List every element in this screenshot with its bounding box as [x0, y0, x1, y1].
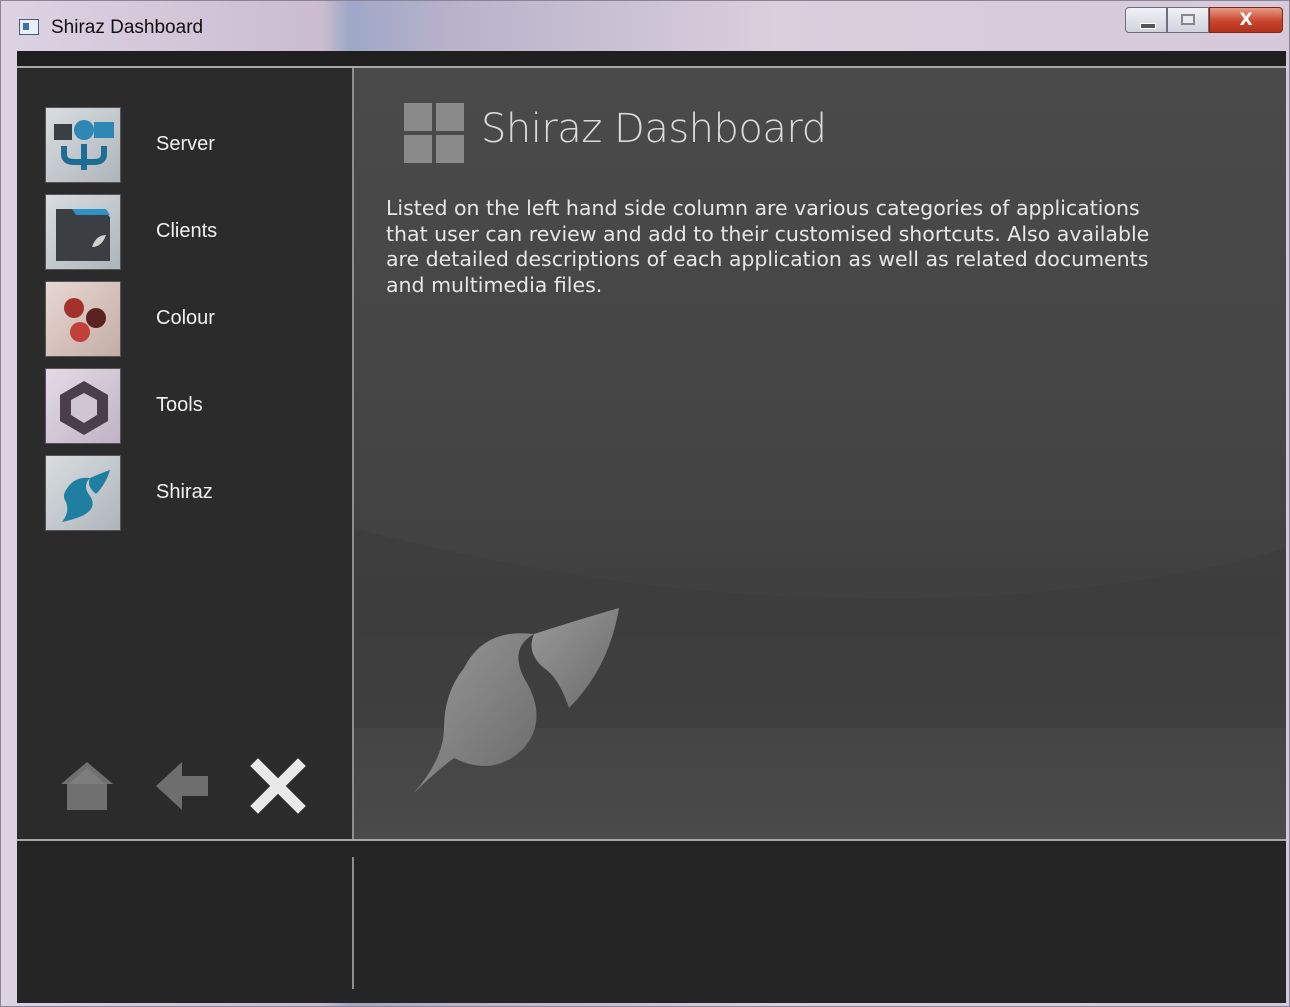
- page-title: Shiraz Dashboard: [481, 106, 827, 152]
- server-icon: [45, 107, 121, 183]
- home-icon: [61, 762, 113, 810]
- sidebar-item-label: Shiraz: [156, 481, 213, 503]
- sidebar-item-colour[interactable]: Colour: [45, 281, 335, 357]
- shiraz-icon: [45, 455, 121, 531]
- window-controls: X: [1125, 7, 1283, 35]
- content-panel: Shiraz Dashboard Listed on the left hand…: [354, 68, 1286, 839]
- close-icon: [250, 758, 306, 814]
- windows-logo-icon: [404, 103, 464, 163]
- close-window-icon: X: [1239, 10, 1253, 30]
- back-arrow-icon: [156, 762, 208, 810]
- sidebar-item-clients[interactable]: Clients: [45, 194, 335, 270]
- maximize-button[interactable]: [1167, 7, 1209, 33]
- maximize-icon: [1181, 14, 1195, 25]
- colour-icon: [45, 281, 121, 357]
- back-button[interactable]: [154, 758, 210, 814]
- minimize-icon: [1140, 23, 1156, 29]
- window-title: Shiraz Dashboard: [51, 17, 204, 38]
- title-bar[interactable]: Shiraz Dashboard X: [1, 1, 1289, 51]
- description-text: Listed on the left hand side column are …: [386, 196, 1150, 297]
- sidebar-item-label: Clients: [156, 220, 218, 242]
- sidebar-item-tools[interactable]: Tools: [45, 368, 335, 444]
- sidebar-item-shiraz[interactable]: Shiraz: [45, 455, 335, 531]
- sidebar-item-label: Server: [156, 133, 215, 155]
- sidebar-item-label: Tools: [156, 394, 203, 416]
- app-window-icon[interactable]: [19, 19, 39, 35]
- sidebar-item-label: Colour: [156, 307, 215, 329]
- exit-button[interactable]: [250, 758, 306, 814]
- close-window-button[interactable]: X: [1209, 7, 1283, 33]
- clients-icon: [45, 194, 121, 270]
- minimize-button[interactable]: [1125, 7, 1167, 33]
- home-button[interactable]: [59, 758, 115, 814]
- app-window: Shiraz Dashboard X Server Clients Colour…: [0, 0, 1290, 1007]
- shiraz-leaf-logo-icon: [414, 608, 619, 793]
- sidebar: Server Clients Colour Tools Shiraz: [17, 68, 352, 839]
- sidebar-item-server[interactable]: Server: [45, 107, 335, 183]
- tools-icon: [45, 368, 121, 444]
- status-area: [17, 841, 1286, 1003]
- client-area: Server Clients Colour Tools Shiraz Shira…: [17, 51, 1286, 1003]
- divider: [352, 857, 354, 989]
